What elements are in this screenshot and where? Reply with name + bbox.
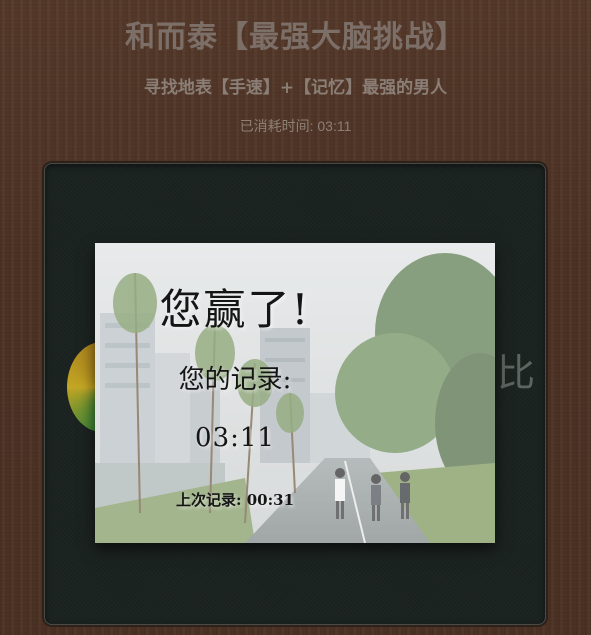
record-time: 03:11 — [195, 423, 275, 453]
elapsed-time: 已消耗时间: 03:11 — [239, 118, 352, 134]
last-record: 上次记录: 00:31 — [175, 491, 295, 509]
board-partial-text: 比 — [497, 351, 536, 395]
win-dialog: 您赢了! 您的记录: 03:11 上次记录: 00:31 — [95, 243, 495, 543]
record-label: 您的记录: — [178, 365, 292, 395]
page-title: 和而泰【最强大脑挑战】 — [125, 20, 466, 55]
page-subtitle: 寻找地表【手速】+【记忆】最强的男人 — [143, 78, 448, 98]
win-title: 您赢了! — [159, 285, 311, 334]
